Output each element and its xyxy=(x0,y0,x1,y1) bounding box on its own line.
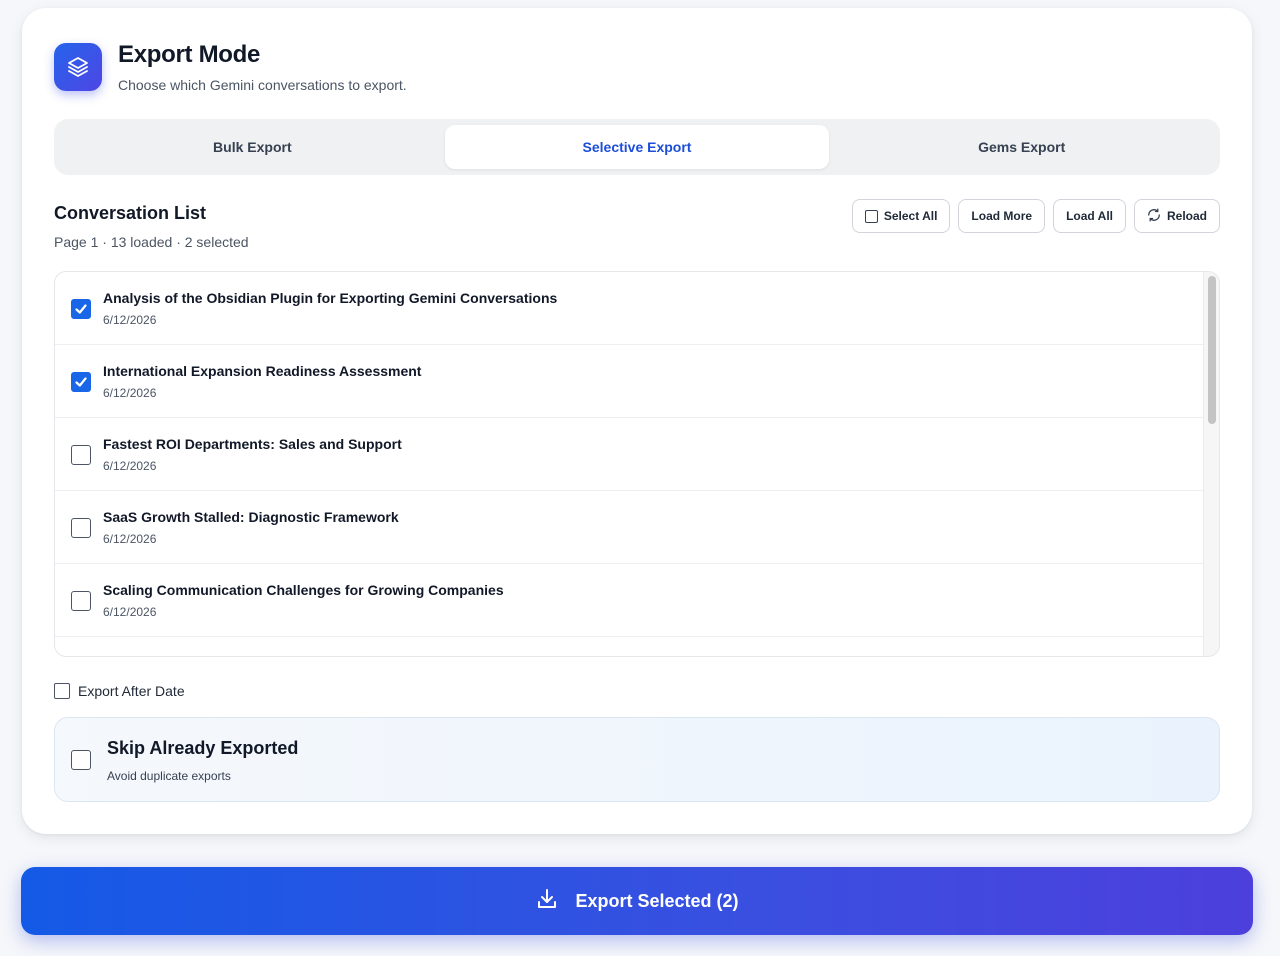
conversation-list-meta: Page 1 · 13 loaded · 2 selected xyxy=(54,234,249,250)
skip-exported-subtitle: Avoid duplicate exports xyxy=(107,769,231,783)
conversation-title: SaaS Growth Stalled: Diagnostic Framewor… xyxy=(103,509,399,525)
tab-gems-export[interactable]: Gems Export xyxy=(829,125,1214,169)
conversation-date: 6/12/2026 xyxy=(103,313,157,327)
conversation-checkbox[interactable] xyxy=(71,445,91,465)
export-selected-label: Export Selected (2) xyxy=(575,890,739,911)
conversation-list[interactable]: Analysis of the Obsidian Plugin for Expo… xyxy=(54,271,1220,657)
export-after-date-checkbox[interactable] xyxy=(54,683,70,699)
conversation-title: International Expansion Readiness Assess… xyxy=(103,363,422,379)
download-icon xyxy=(535,887,559,916)
conversation-date: 6/12/2026 xyxy=(103,386,157,400)
list-item[interactable]: Analysis of the Obsidian Plugin for Expo… xyxy=(55,272,1205,345)
skip-exported-title: Skip Already Exported xyxy=(107,738,299,758)
conversation-date: 6/12/2026 xyxy=(103,532,157,546)
list-item[interactable]: Scaling Communication Challenges for Gro… xyxy=(55,564,1205,637)
list-item[interactable]: Fastest ROI Departments: Sales and Suppo… xyxy=(55,418,1205,491)
list-scrollbar[interactable] xyxy=(1203,272,1219,656)
skip-exported-checkbox[interactable] xyxy=(71,750,91,770)
page-title: Export Mode xyxy=(118,41,261,68)
header: Export Mode Choose which Gemini conversa… xyxy=(54,43,407,93)
load-more-button[interactable]: Load More xyxy=(958,199,1046,233)
layers-icon xyxy=(54,43,102,91)
select-all-label: Select All xyxy=(883,209,938,223)
export-after-date-label: Export After Date xyxy=(78,683,185,699)
conversation-checkbox[interactable] xyxy=(71,518,91,538)
conversation-date: 6/12/2026 xyxy=(103,459,157,473)
page-subtitle: Choose which Gemini conversations to exp… xyxy=(118,77,407,93)
select-all-button[interactable]: Select All xyxy=(851,199,951,233)
load-all-label: Load All xyxy=(1066,209,1113,223)
conversation-checkbox[interactable] xyxy=(71,299,91,319)
conversation-date: 6/12/2026 xyxy=(103,605,157,619)
scrollbar-thumb[interactable] xyxy=(1208,276,1216,424)
reload-button[interactable]: Reload xyxy=(1133,199,1220,233)
list-item[interactable]: International Expansion Readiness Assess… xyxy=(55,345,1205,418)
load-all-button[interactable]: Load All xyxy=(1053,199,1126,233)
refresh-icon xyxy=(1147,208,1161,225)
conversation-title: Analysis of the Obsidian Plugin for Expo… xyxy=(103,290,558,306)
skip-exported-panel[interactable]: Skip Already Exported Avoid duplicate ex… xyxy=(54,717,1220,802)
list-item[interactable]: SaaS Growth Stalled: Diagnostic Framewor… xyxy=(55,491,1205,564)
tab-selective-export[interactable]: Selective Export xyxy=(444,125,830,169)
checkbox-icon xyxy=(864,209,878,223)
conversation-checkbox[interactable] xyxy=(71,372,91,392)
conversation-checkbox[interactable] xyxy=(71,591,91,611)
export-mode-card: Export Mode Choose which Gemini conversa… xyxy=(22,8,1252,834)
conversation-title: Fastest ROI Departments: Sales and Suppo… xyxy=(103,436,402,452)
export-selected-button[interactable]: Export Selected (2) xyxy=(21,867,1253,935)
conversation-title: Scaling Communication Challenges for Gro… xyxy=(103,582,504,598)
export-mode-tabs: Bulk Export Selective Export Gems Export xyxy=(54,119,1220,175)
conversation-list-title: Conversation List xyxy=(54,203,207,223)
export-after-date-option[interactable]: Export After Date xyxy=(54,683,185,699)
load-more-label: Load More xyxy=(971,209,1033,223)
list-actions: Select All Load More Load All Reload xyxy=(851,199,1220,233)
reload-label: Reload xyxy=(1166,209,1207,223)
tab-bulk-export[interactable]: Bulk Export xyxy=(60,125,445,169)
